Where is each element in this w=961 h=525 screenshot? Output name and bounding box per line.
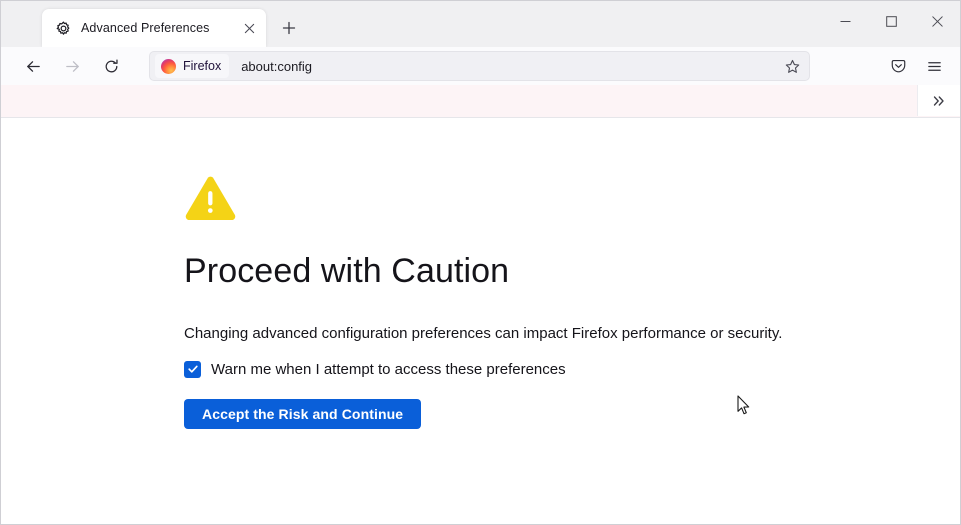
page-title: Proceed with Caution <box>184 252 510 290</box>
url-input[interactable]: about:config <box>241 59 779 74</box>
warn-checkbox-label: Warn me when I attempt to access these p… <box>211 360 566 378</box>
window-controls <box>822 1 960 41</box>
hamburger-menu-icon[interactable] <box>918 51 950 81</box>
toolbar-right-actions <box>882 51 952 81</box>
reload-button[interactable] <box>94 50 128 82</box>
warn-checkbox-row[interactable]: Warn me when I attempt to access these p… <box>184 360 960 378</box>
bookmarks-toolbar <box>1 85 960 118</box>
maximize-button[interactable] <box>868 1 914 41</box>
tab-title: Advanced Preferences <box>81 21 210 35</box>
gear-icon <box>55 20 71 36</box>
bookmarks-overflow-chevron-icon[interactable] <box>917 85 960 116</box>
minimize-button[interactable] <box>822 1 868 41</box>
pocket-icon[interactable] <box>882 51 914 81</box>
navigation-toolbar: Firefox about:config <box>1 47 960 85</box>
close-button[interactable] <box>914 1 960 41</box>
page-content: Proceed with Caution Changing advanced c… <box>1 118 960 524</box>
warning-triangle-icon <box>185 176 236 221</box>
back-button[interactable] <box>16 50 50 82</box>
new-tab-button[interactable] <box>274 13 304 43</box>
browser-window: Advanced Preferences Firefox about:confi… <box>0 0 961 525</box>
tab-list: Advanced Preferences <box>1 1 304 47</box>
forward-button[interactable] <box>55 50 89 82</box>
tab-advanced-preferences[interactable]: Advanced Preferences <box>42 9 266 47</box>
accept-risk-button[interactable]: Accept the Risk and Continue <box>184 398 422 429</box>
tab-strip: Advanced Preferences <box>1 1 960 47</box>
firefox-logo-icon <box>161 58 176 74</box>
identity-chip[interactable]: Firefox <box>155 54 230 78</box>
tab-close-icon[interactable] <box>238 17 260 39</box>
identity-label: Firefox <box>183 59 222 73</box>
page-description: Changing advanced configuration preferen… <box>184 325 783 343</box>
star-icon[interactable] <box>779 53 805 79</box>
warning-pane: Proceed with Caution Changing advanced c… <box>1 118 960 429</box>
url-bar[interactable]: Firefox about:config <box>149 51 810 81</box>
warn-checkbox[interactable] <box>184 360 201 378</box>
